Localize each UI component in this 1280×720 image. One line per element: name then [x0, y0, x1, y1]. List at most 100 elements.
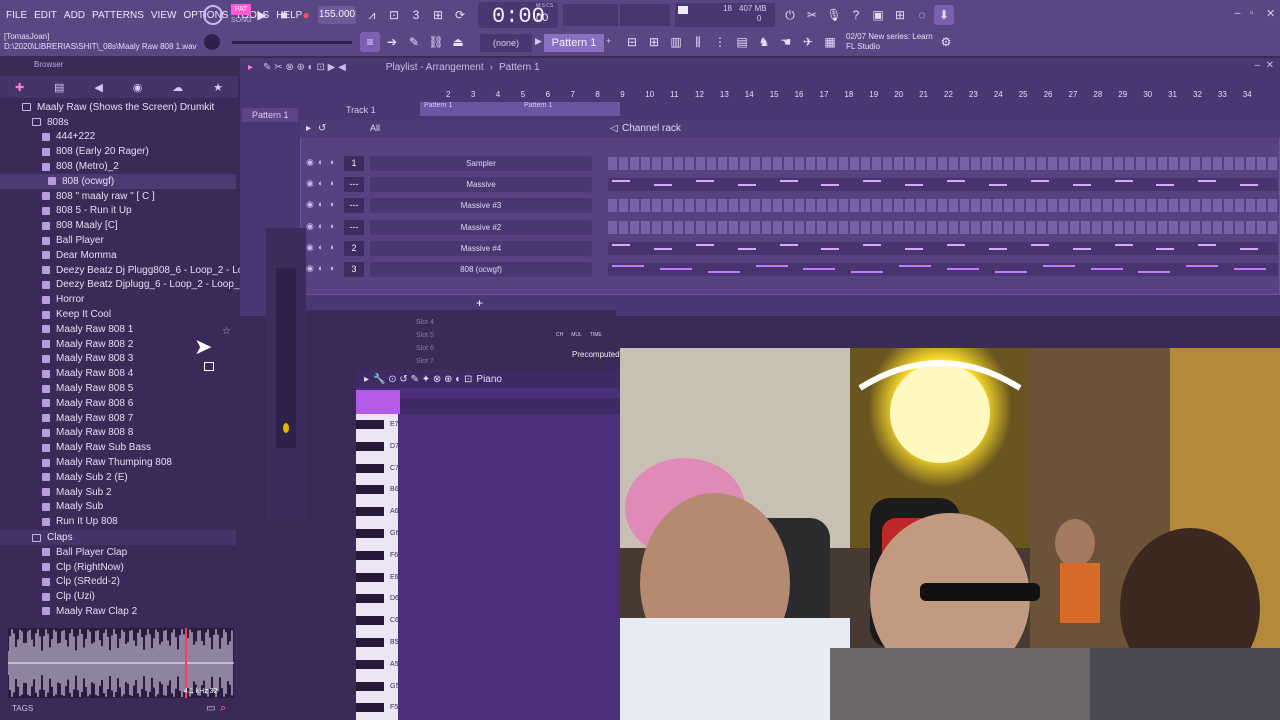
- tree-item[interactable]: Ball Player: [0, 233, 236, 248]
- channel-led-icon[interactable]: ◉: [306, 221, 314, 232]
- tempo-display[interactable]: 155.000: [318, 6, 356, 24]
- tree-item[interactable]: Ball Player Clap: [0, 545, 236, 560]
- plugin-database-icon[interactable]: ◀: [94, 81, 102, 94]
- channel-led-icon[interactable]: ◉: [306, 178, 314, 189]
- black-key[interactable]: [356, 572, 384, 582]
- piano-keyboard[interactable]: E7 D7 C7 B6 A6 G6 F6 E6 D6 C6 B5 A5 G5 F5: [356, 414, 399, 720]
- snap-selector[interactable]: (none): [480, 34, 532, 52]
- stamp-icon[interactable]: ⏏: [448, 32, 468, 52]
- plugin-picker-icon[interactable]: ⋮: [710, 32, 730, 52]
- black-key[interactable]: [356, 529, 384, 538]
- slot[interactable]: Slot 5: [416, 329, 434, 342]
- black-key[interactable]: [356, 507, 384, 517]
- channel-sequence[interactable]: [608, 220, 1278, 234]
- pattern-clip-1[interactable]: Pattern 1: [420, 102, 520, 116]
- tree-folder-808s[interactable]: 808s: [0, 115, 236, 130]
- menu-patterns[interactable]: PATTERNS: [92, 10, 144, 21]
- channel-led-icon[interactable]: ◉: [306, 199, 314, 210]
- tree-folder-root[interactable]: Maaly Raw (Shows the Screen) Drumkit: [0, 100, 236, 115]
- tree-item[interactable]: Clp (RightNow): [0, 560, 236, 575]
- microphone-icon[interactable]: 🎙: [824, 5, 844, 25]
- channel-sequence[interactable]: [608, 199, 1278, 213]
- slot[interactable]: Slot 6: [416, 342, 434, 355]
- view-playlist-icon[interactable]: ≡: [360, 32, 380, 52]
- black-key[interactable]: [356, 594, 384, 604]
- master-pitch-slider[interactable]: [232, 41, 352, 44]
- channel-mixer-track[interactable]: 2: [344, 240, 364, 256]
- channel-mixer-track[interactable]: 1: [344, 156, 364, 171]
- play-icon[interactable]: ▶: [252, 5, 272, 25]
- channel-name-button[interactable]: Massive #4: [370, 240, 592, 256]
- tree-item[interactable]: Maaly Sub 2: [0, 485, 236, 500]
- tree-item[interactable]: Run It Up 808: [0, 514, 236, 529]
- black-key[interactable]: [356, 638, 384, 647]
- tree-item[interactable]: 808 5 - Run it Up: [0, 204, 236, 219]
- channel-sequence[interactable]: [608, 178, 1278, 192]
- channel-pan-knob-icon[interactable]: ◐: [318, 263, 323, 273]
- playlist-arrow-icon[interactable]: ▸: [248, 62, 253, 73]
- metronome-icon[interactable]: ⩘: [362, 5, 382, 25]
- rack-options-icon[interactable]: ▸: [306, 123, 311, 134]
- tree-item[interactable]: Maaly Raw Thumping 808: [0, 455, 236, 470]
- tree-item[interactable]: Maaly Raw 808 5: [0, 381, 236, 396]
- tree-folder-claps[interactable]: Claps: [0, 530, 236, 545]
- favorite-star-icon[interactable]: ☆: [222, 326, 231, 337]
- channel-name-button[interactable]: 808 (ocwgf): [370, 262, 592, 277]
- minimize-icon[interactable]: –: [1235, 8, 1241, 19]
- tree-item[interactable]: Maaly Raw 808 6: [0, 396, 236, 411]
- tree-item[interactable]: Maaly Raw 808 8: [0, 426, 236, 441]
- channel-pan-knob-icon[interactable]: ◐: [318, 221, 323, 231]
- master-volume-knob[interactable]: [203, 5, 223, 25]
- slot[interactable]: Slot 7: [416, 355, 434, 368]
- mixer-icon[interactable]: ⫼: [688, 32, 708, 52]
- piano-roll-ruler[interactable]: [400, 398, 620, 414]
- tree-item[interactable]: 808 Maaly [C]: [0, 218, 236, 233]
- tree-item[interactable]: Clp (Uzi): [0, 589, 236, 604]
- maximize-icon[interactable]: ▫: [1250, 8, 1254, 19]
- song-position-panel[interactable]: [563, 4, 618, 26]
- fx-icon[interactable]: ✂: [802, 5, 822, 25]
- black-key[interactable]: [356, 485, 384, 495]
- channel-sequence[interactable]: [608, 157, 1278, 170]
- piano-roll-menu-icon[interactable]: ▸: [364, 374, 369, 385]
- playlist-window-icon[interactable]: ⊟: [622, 32, 642, 52]
- sounds-icon[interactable]: ◉: [133, 81, 143, 94]
- tree-item[interactable]: Maaly Raw Sub Bass: [0, 440, 236, 455]
- tree-item[interactable]: Deezy Beatz Dj Plugg808_6 - Loop_2 - Loo…: [0, 263, 266, 278]
- search-icon[interactable]: ⌕: [220, 702, 226, 715]
- menu-edit[interactable]: EDIT: [34, 10, 57, 21]
- channel-mixer-track[interactable]: 3: [344, 262, 364, 277]
- piano-roll-tools-icon[interactable]: 🔧 ⊙ ↺ ✎ ✦ ⊗ ⊕ ◐ ⊡: [373, 374, 472, 385]
- black-key[interactable]: [356, 463, 384, 473]
- black-key[interactable]: [356, 441, 384, 451]
- tree-item[interactable]: Horror: [0, 292, 236, 307]
- channel-vol-knob-icon[interactable]: ◐: [330, 157, 335, 167]
- channel-led-icon[interactable]: ◉: [306, 263, 314, 274]
- pat-song-toggle[interactable]: PAT SONG: [231, 4, 252, 26]
- power-icon[interactable]: ⏻: [780, 5, 800, 25]
- tags-folder-icon[interactable]: ▭: [206, 703, 215, 714]
- tree-item[interactable]: Maaly Raw 808 4: [0, 366, 236, 381]
- tree-item[interactable]: Deezy Beatz Djplugg_6 - Loop_2 - Loop_2: [0, 278, 245, 293]
- tree-item[interactable]: Clp (SRedd-2): [0, 575, 236, 590]
- pencil-icon[interactable]: ✎: [404, 32, 424, 52]
- channel-name-button[interactable]: Massive #2: [370, 219, 592, 235]
- tree-item[interactable]: 808 (Early 20 Rager): [0, 144, 236, 159]
- channel-led-icon[interactable]: ◉: [306, 157, 314, 168]
- channel-vol-knob-icon[interactable]: ◐: [330, 221, 335, 231]
- pattern-clip-2[interactable]: Pattern 1: [520, 102, 620, 116]
- channel-mixer-track[interactable]: ---: [344, 177, 364, 193]
- record-icon[interactable]: ●: [296, 5, 316, 25]
- channel-rack-icon[interactable]: ⊞: [644, 32, 664, 52]
- channel-pan-knob-icon[interactable]: ◐: [318, 178, 323, 188]
- channel-vol-knob-icon[interactable]: ◐: [330, 199, 335, 209]
- channel-vol-knob-icon[interactable]: ◐: [330, 263, 335, 273]
- loop-record-icon[interactable]: ⟳: [450, 5, 470, 25]
- news-refresh-icon[interactable]: ⚙: [936, 32, 956, 52]
- arrow-right-icon[interactable]: ➔: [382, 32, 402, 52]
- tree-item[interactable]: Keep It Cool: [0, 307, 236, 322]
- channel-sequence[interactable]: [608, 241, 1278, 255]
- project-info-icon[interactable]: ▦: [820, 32, 840, 52]
- tempo-tapper-icon[interactable]: ✈: [798, 32, 818, 52]
- time-display[interactable]: 0:00 00 M:S:CS: [478, 2, 558, 29]
